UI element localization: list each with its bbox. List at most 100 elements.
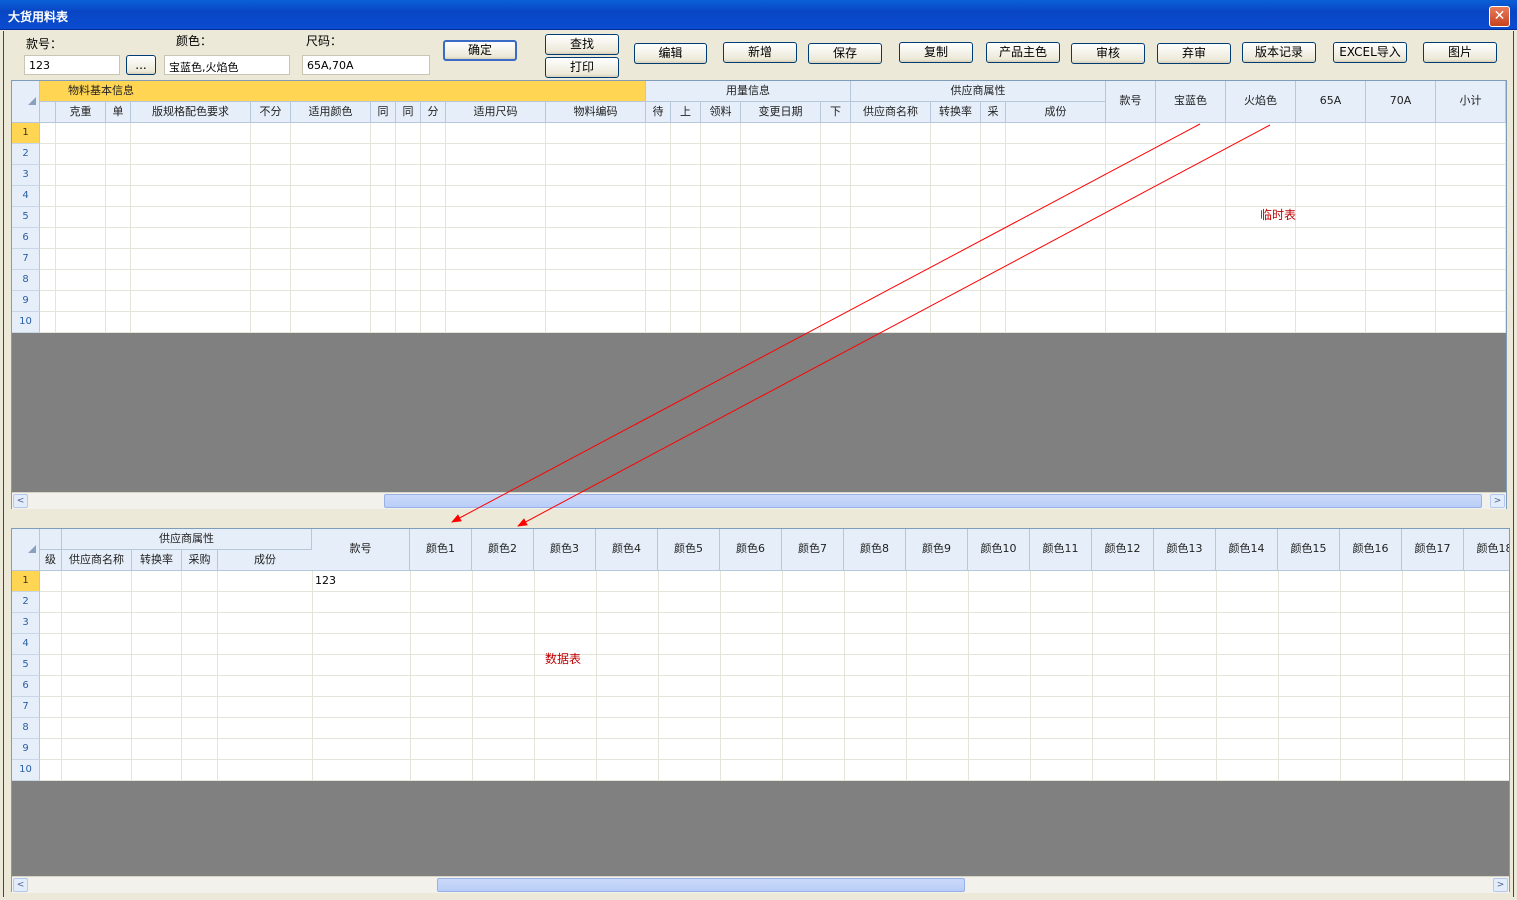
row-header[interactable]: 7 xyxy=(12,249,40,270)
top-horizontal-scrollbar[interactable]: < > xyxy=(12,492,1506,509)
col-header[interactable]: 颜色11 xyxy=(1030,529,1092,571)
cell-style-value[interactable]: 123 xyxy=(315,574,336,587)
temp-table-cells[interactable] xyxy=(40,123,1506,333)
col-header[interactable]: 70A xyxy=(1366,81,1436,123)
col-header[interactable]: 火焰色 xyxy=(1226,81,1296,123)
grid-corner[interactable] xyxy=(12,529,40,571)
main-color-button[interactable]: 产品主色 xyxy=(986,42,1060,63)
col-header[interactable]: 颜色10 xyxy=(968,529,1030,571)
col-header[interactable]: 颜色7 xyxy=(782,529,844,571)
col-header[interactable]: 颜色16 xyxy=(1340,529,1402,571)
row-header[interactable]: 8 xyxy=(12,270,40,291)
row-header[interactable]: 5 xyxy=(12,655,40,676)
col-header[interactable]: 颜色13 xyxy=(1154,529,1216,571)
row-header[interactable]: 5 xyxy=(12,207,40,228)
row-header[interactable]: 4 xyxy=(12,186,40,207)
print-button[interactable]: 打印 xyxy=(545,57,619,78)
row-header[interactable]: 2 xyxy=(12,592,40,613)
audit-button[interactable]: 审核 xyxy=(1071,43,1145,64)
row-header[interactable]: 1 xyxy=(12,571,40,592)
col-header[interactable]: 颜色8 xyxy=(844,529,906,571)
row-header[interactable]: 1 xyxy=(12,123,40,144)
col-header[interactable]: 级 xyxy=(40,550,62,571)
style-input[interactable]: 123 xyxy=(24,55,120,75)
col-header[interactable]: 颜色4 xyxy=(596,529,658,571)
edit-button[interactable]: 编辑 xyxy=(634,43,707,64)
col-header[interactable]: 采 xyxy=(981,102,1006,123)
col-header[interactable]: 下 xyxy=(821,102,851,123)
data-table-grid[interactable]: 供应商属性 级供应商名称 转换率 采购 成份 款号 颜色1 颜色2 颜色3 颜色4 颜色5 颜色6… xyxy=(11,528,1510,892)
col-header[interactable]: 颜色1 xyxy=(410,529,472,571)
scroll-thumb[interactable] xyxy=(384,494,1482,508)
col-header[interactable]: 转换率 xyxy=(132,550,182,571)
close-icon[interactable]: ✕ xyxy=(1489,6,1510,27)
col-header[interactable]: 颜色17 xyxy=(1402,529,1464,571)
row-header[interactable]: 3 xyxy=(12,613,40,634)
row-header[interactable]: 2 xyxy=(12,144,40,165)
col-header[interactable]: 同 xyxy=(396,102,421,123)
grid-corner[interactable] xyxy=(12,81,40,123)
col-header[interactable]: 适用颜色 xyxy=(291,102,371,123)
row-header[interactable]: 10 xyxy=(12,760,40,781)
size-input[interactable]: 65A,70A xyxy=(302,55,430,75)
col-header[interactable]: 不分 xyxy=(251,102,291,123)
col-header[interactable]: 供应商名称 xyxy=(62,550,132,571)
col-header[interactable]: 颜色2 xyxy=(472,529,534,571)
col-header[interactable]: 颜色3 xyxy=(534,529,596,571)
col-header[interactable]: 颜色5 xyxy=(658,529,720,571)
row-header[interactable]: 10 xyxy=(12,312,40,333)
col-header[interactable]: 物料编码 xyxy=(546,102,646,123)
col-header[interactable]: 版规格配色要求 xyxy=(131,102,251,123)
col-header[interactable]: 供应商名称 xyxy=(851,102,931,123)
row-header[interactable]: 8 xyxy=(12,718,40,739)
bottom-horizontal-scrollbar[interactable]: < > xyxy=(12,876,1509,893)
col-header[interactable]: 同 xyxy=(371,102,396,123)
col-header[interactable]: 待 xyxy=(646,102,671,123)
col-header[interactable]: 上 xyxy=(671,102,701,123)
color-input[interactable]: 宝蓝色,火焰色 xyxy=(164,55,290,75)
col-header[interactable]: 颜色9 xyxy=(906,529,968,571)
version-history-button[interactable]: 版本记录 xyxy=(1242,42,1316,63)
row-header[interactable]: 9 xyxy=(12,739,40,760)
browse-button[interactable]: ... xyxy=(126,55,156,75)
col-header[interactable]: 变更日期 xyxy=(741,102,821,123)
col-header[interactable]: 成份 xyxy=(1006,102,1106,123)
col-header[interactable]: 款号 xyxy=(312,529,410,571)
picture-button[interactable]: 图片 xyxy=(1423,42,1497,63)
col-header[interactable]: 转换率 xyxy=(931,102,981,123)
row-header[interactable]: 9 xyxy=(12,291,40,312)
row-header[interactable]: 7 xyxy=(12,697,40,718)
confirm-button[interactable]: 确定 xyxy=(443,40,517,61)
find-button[interactable]: 查找 xyxy=(545,34,619,55)
col-header[interactable]: 适用尺码 xyxy=(446,102,546,123)
data-table-cells[interactable] xyxy=(40,571,1509,781)
col-header[interactable]: 分 xyxy=(421,102,446,123)
col-header[interactable]: 颜色15 xyxy=(1278,529,1340,571)
excel-import-button[interactable]: EXCEL导入 xyxy=(1333,42,1407,63)
col-header[interactable]: 宝蓝色 xyxy=(1156,81,1226,123)
scroll-left-icon[interactable]: < xyxy=(13,878,28,892)
col-header[interactable]: 采购 xyxy=(182,550,218,571)
col-header[interactable]: 单 xyxy=(106,102,131,123)
add-button[interactable]: 新增 xyxy=(723,42,797,63)
col-header[interactable]: 成份 xyxy=(218,550,313,571)
col-header[interactable]: 款号 xyxy=(1106,81,1156,123)
row-header[interactable]: 3 xyxy=(12,165,40,186)
scroll-left-icon[interactable]: < xyxy=(13,494,28,508)
col-header[interactable]: 颜色12 xyxy=(1092,529,1154,571)
temp-table-grid[interactable]: 物料基本信息 用量信息 供应商属性 克重单版规格配色要求 不分 适用颜色同同分适用尺… xyxy=(11,80,1507,509)
scroll-thumb[interactable] xyxy=(437,878,965,892)
row-header[interactable]: 4 xyxy=(12,634,40,655)
copy-button[interactable]: 复制 xyxy=(899,42,973,63)
col-header[interactable]: 65A xyxy=(1296,81,1366,123)
scroll-right-icon[interactable]: > xyxy=(1493,878,1508,892)
col-header[interactable]: 领料 xyxy=(701,102,741,123)
col-header[interactable]: 小计 xyxy=(1436,81,1506,123)
col-header[interactable]: 克重 xyxy=(56,102,106,123)
col-header[interactable]: 颜色18 xyxy=(1464,529,1509,571)
scroll-right-icon[interactable]: > xyxy=(1490,494,1505,508)
row-header[interactable]: 6 xyxy=(12,676,40,697)
col-header[interactable]: 颜色6 xyxy=(720,529,782,571)
col-header-blank[interactable] xyxy=(40,102,56,123)
row-header[interactable]: 6 xyxy=(12,228,40,249)
